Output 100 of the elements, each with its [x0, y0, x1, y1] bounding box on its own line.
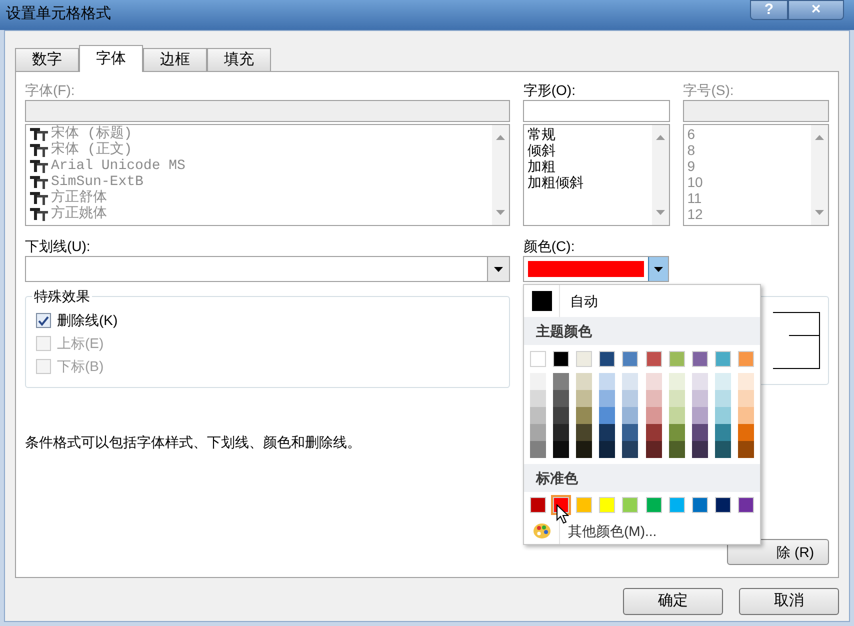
- color-swatch[interactable]: [599, 497, 616, 513]
- scroll-up-icon[interactable]: [815, 135, 824, 140]
- color-swatch[interactable]: [668, 497, 685, 513]
- color-swatch[interactable]: [668, 407, 685, 424]
- color-swatch[interactable]: [692, 407, 708, 424]
- input-field[interactable]: [523, 100, 670, 122]
- color-swatch[interactable]: [530, 351, 546, 367]
- dialog-button[interactable]: 确定: [623, 588, 723, 615]
- color-swatch[interactable]: [599, 373, 616, 390]
- color-swatch[interactable]: [738, 407, 754, 424]
- color-swatch[interactable]: [622, 497, 638, 513]
- color-swatch[interactable]: [553, 390, 570, 407]
- checkbox[interactable]: [36, 313, 51, 328]
- color-swatch[interactable]: [553, 424, 570, 441]
- color-swatch[interactable]: [646, 373, 662, 390]
- scrollbar[interactable]: [811, 125, 828, 225]
- color-swatch[interactable]: [622, 351, 638, 367]
- color-swatch[interactable]: [738, 390, 754, 407]
- color-swatch[interactable]: [738, 441, 754, 458]
- color-swatch[interactable]: [646, 351, 662, 367]
- color-swatch[interactable]: [576, 373, 592, 390]
- scroll-down-icon[interactable]: [656, 210, 666, 215]
- color-swatch[interactable]: [692, 351, 708, 367]
- color-swatch[interactable]: [530, 441, 546, 458]
- color-swatch[interactable]: [530, 373, 546, 390]
- color-swatch[interactable]: [646, 390, 662, 407]
- color-swatch[interactable]: [714, 424, 731, 441]
- color-swatch[interactable]: [622, 424, 638, 441]
- color-swatch[interactable]: [692, 441, 708, 458]
- close-button[interactable]: ×: [788, 0, 844, 20]
- color-swatch[interactable]: [599, 441, 616, 458]
- color-swatch[interactable]: [622, 373, 638, 390]
- color-swatch[interactable]: [599, 407, 616, 424]
- color-swatch[interactable]: [622, 441, 638, 458]
- list-item[interactable]: 加粗倾斜: [527, 174, 652, 190]
- menu-item[interactable]: 自动: [560, 290, 598, 312]
- color-swatch[interactable]: [646, 424, 662, 441]
- color-swatch[interactable]: [668, 351, 685, 367]
- tab[interactable]: 填充: [207, 48, 271, 71]
- color-swatch[interactable]: [553, 373, 570, 390]
- menu-item[interactable]: 其他颜色(M)...: [560, 520, 657, 542]
- color-swatch[interactable]: [714, 441, 731, 458]
- color-swatch[interactable]: [714, 497, 731, 513]
- tab[interactable]: 数字: [15, 48, 79, 71]
- color-swatch[interactable]: [622, 407, 638, 424]
- input-field[interactable]: [683, 100, 829, 122]
- help-button[interactable]: ?: [750, 0, 788, 20]
- scroll-up-icon[interactable]: [656, 135, 666, 140]
- color-swatch[interactable]: [576, 497, 592, 513]
- color-swatch[interactable]: [738, 373, 754, 390]
- color-swatch[interactable]: [714, 351, 731, 367]
- dropdown-button[interactable]: [648, 257, 668, 281]
- color-swatch[interactable]: [576, 390, 592, 407]
- color-swatch[interactable]: [646, 441, 662, 458]
- color-swatch[interactable]: [576, 441, 592, 458]
- color-swatch[interactable]: [692, 390, 708, 407]
- color-swatch[interactable]: [714, 390, 731, 407]
- color-swatch[interactable]: [668, 424, 685, 441]
- scroll-up-icon[interactable]: [496, 135, 506, 140]
- color-dropdown[interactable]: [523, 256, 670, 282]
- color-swatch[interactable]: [646, 497, 662, 513]
- color-swatch[interactable]: [738, 497, 754, 513]
- list-box[interactable]: 常规 倾斜 加粗 加粗倾斜: [523, 124, 670, 226]
- list-item[interactable]: 倾斜: [527, 142, 652, 158]
- color-swatch[interactable]: [714, 373, 731, 390]
- color-swatch[interactable]: [599, 424, 616, 441]
- color-swatch[interactable]: [576, 424, 592, 441]
- color-swatch[interactable]: [576, 351, 592, 367]
- scroll-down-icon[interactable]: [815, 210, 824, 215]
- color-swatch[interactable]: [692, 373, 708, 390]
- color-swatch[interactable]: [646, 407, 662, 424]
- color-swatch[interactable]: [576, 407, 592, 424]
- color-swatch[interactable]: [668, 390, 685, 407]
- color-swatch[interactable]: [530, 424, 546, 441]
- dialog-button[interactable]: 取消: [739, 588, 839, 615]
- color-swatch[interactable]: [738, 351, 754, 367]
- color-swatch[interactable]: [530, 390, 546, 407]
- color-swatch[interactable]: [530, 407, 546, 424]
- list-item[interactable]: 常规: [527, 126, 652, 142]
- color-swatch[interactable]: [714, 407, 731, 424]
- color-swatch[interactable]: [532, 291, 552, 311]
- color-swatch[interactable]: [599, 351, 616, 367]
- color-swatch[interactable]: [553, 441, 570, 458]
- color-swatch[interactable]: [692, 497, 708, 513]
- color-swatch[interactable]: [738, 424, 754, 441]
- tab[interactable]: 边框: [143, 48, 207, 71]
- scroll-down-icon[interactable]: [496, 210, 506, 215]
- color-swatch[interactable]: [692, 424, 708, 441]
- color-swatch[interactable]: [622, 390, 638, 407]
- scrollbar[interactable]: [492, 125, 510, 225]
- color-swatch[interactable]: [553, 407, 570, 424]
- tab[interactable]: 字体: [79, 45, 143, 72]
- color-swatch[interactable]: [668, 441, 685, 458]
- color-swatch[interactable]: [668, 373, 685, 390]
- color-swatch[interactable]: [553, 351, 570, 367]
- color-swatch[interactable]: [599, 390, 616, 407]
- color-swatch[interactable]: [530, 497, 546, 513]
- dropdown-button[interactable]: [487, 257, 510, 281]
- list-item[interactable]: 加粗: [527, 158, 652, 174]
- input-field[interactable]: [25, 100, 510, 122]
